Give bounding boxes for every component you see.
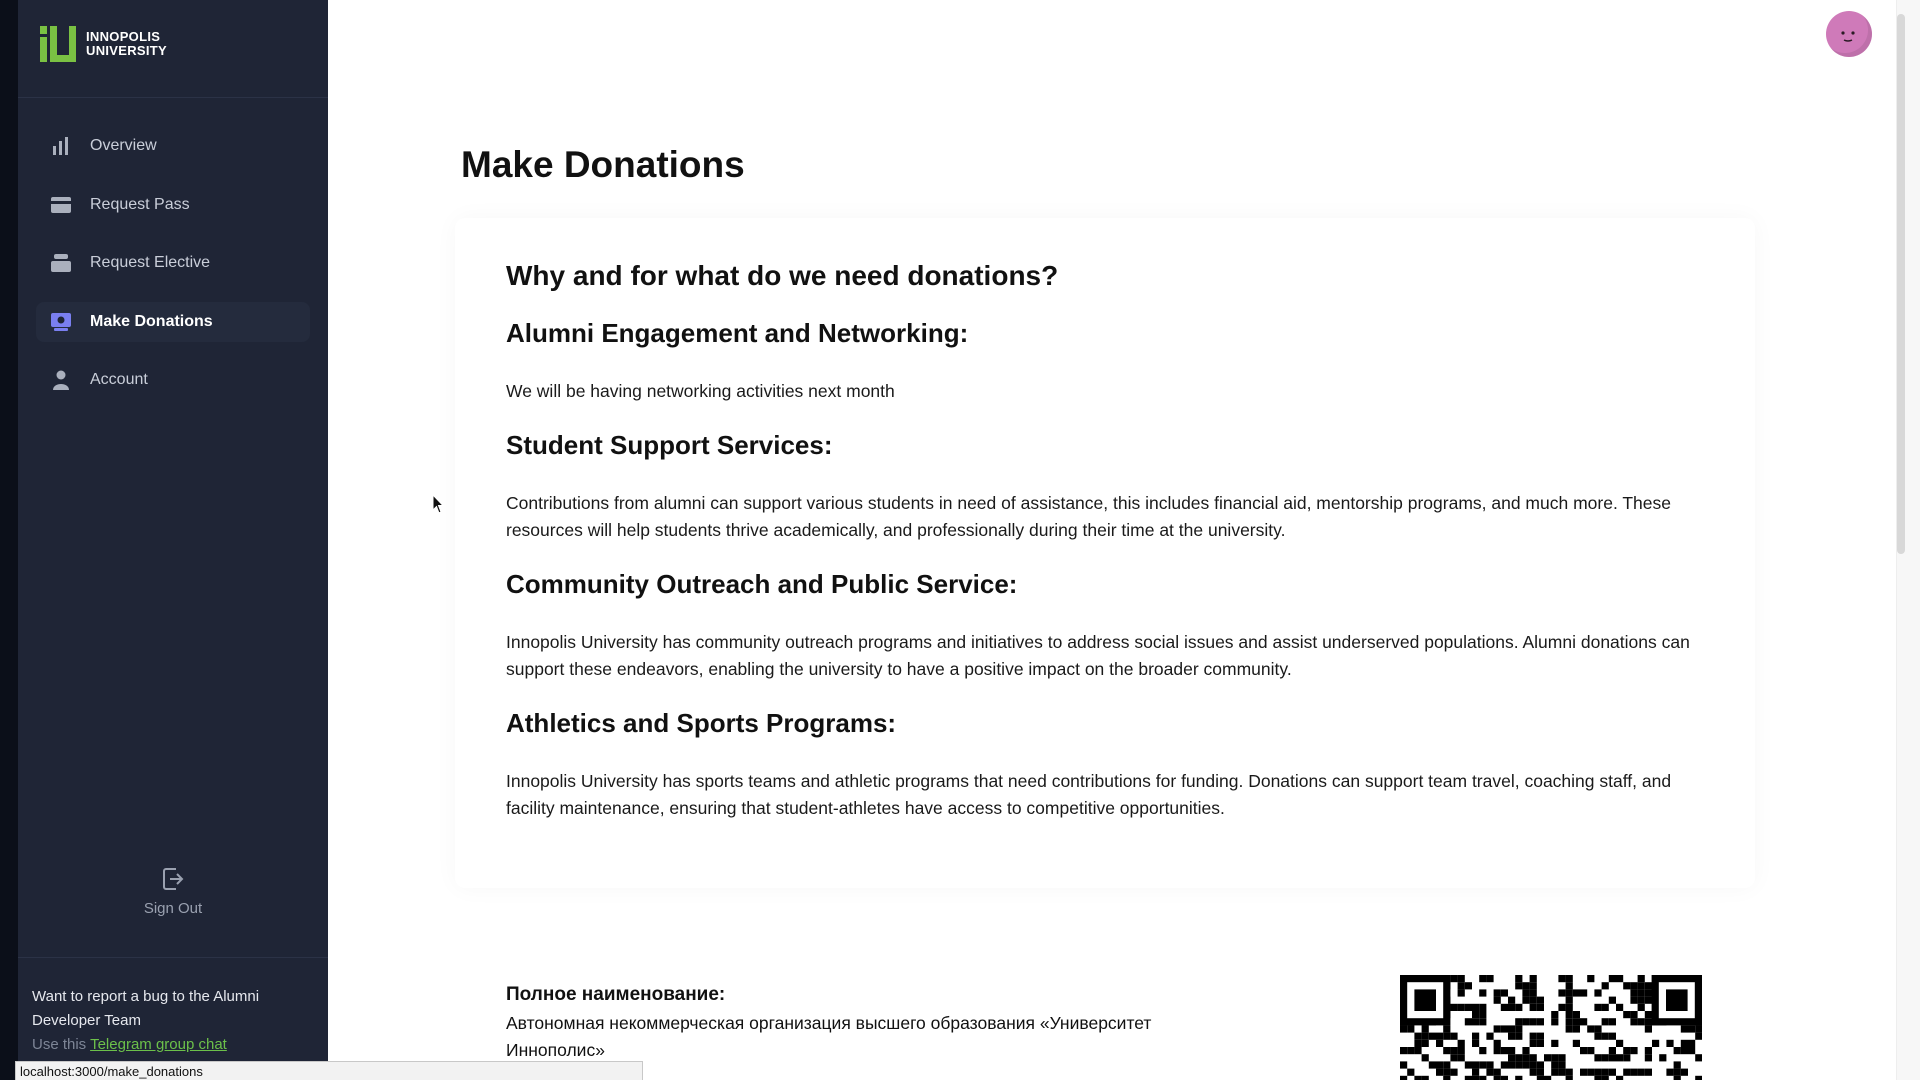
sidebar-item-label: Make Donations [90,312,213,330]
sign-out-button[interactable]: Sign Out [18,866,328,917]
sidebar-item-overview[interactable]: Overview [36,126,310,166]
section-heading-student-support: Student Support Services: [506,430,833,460]
status-bar-url: localhost:3000/make_donations [15,1061,643,1080]
sidebar-item-account[interactable]: Account [36,360,310,400]
donation-icon [50,311,72,333]
section-text-community: Innopolis University has community outre… [506,632,1690,679]
window-edge [0,0,18,1080]
sidebar-divider-bottom [18,957,328,958]
sidebar-item-label: Account [90,371,148,388]
logo-text: INNOPOLIS UNIVERSITY [86,30,167,58]
section-heading-alumni: Alumni Engagement and Networking: [506,318,969,348]
requisites-label: Полное наименование: [506,984,726,1005]
sidebar-item-label: Request Pass [90,195,190,213]
logo-icon [40,26,76,62]
sidebar-item-make-donations[interactable]: Make Donations [36,301,310,342]
bug-report-prefix: Use this [32,1036,87,1053]
sidebar-divider [18,97,328,98]
sidebar-nav: Overview Request Pass Request Elective M… [36,126,310,419]
user-icon [50,369,72,391]
section-heading-athletics: Athletics and Sports Programs: [506,708,897,738]
sign-out-label: Sign Out [143,900,203,917]
donation-qr-code [1400,975,1702,1080]
section-text-athletics: Innopolis University has sports teams an… [506,771,1672,818]
sidebar-item-label: Request Elective [90,254,211,271]
mouse-cursor-icon [432,494,444,514]
bug-report-panel: Want to report a bug to the Alumni Devel… [32,985,322,1057]
logo-line-1: INNOPOLIS [86,29,161,44]
qr-code-icon [1400,975,1702,1080]
user-avatar[interactable] [1826,11,1872,57]
section-text-student-support: Contributions from alumni can support va… [506,493,1671,540]
question-heading: Why and for what do we need donations? [506,260,1059,291]
university-logo[interactable]: INNOPOLIS UNIVERSITY [40,26,167,62]
section-heading-community: Community Outreach and Public Service: [506,569,1018,599]
stack-icon [50,252,72,274]
bug-report-text: Want to report a bug to the Alumni Devel… [32,988,260,1029]
scrollbar-thumb[interactable] [1897,14,1905,554]
bar-chart-icon [50,135,72,157]
sidebar-item-request-pass[interactable]: Request Pass [36,185,310,225]
logo-line-2: UNIVERSITY [86,43,168,58]
sidebar-item-label: Overview [90,137,157,154]
requisites-value: Автономная некоммерческая организация вы… [506,1013,1152,1060]
sign-out-icon [163,868,184,890]
sidebar-item-request-elective[interactable]: Request Elective [36,243,310,283]
avatar-face-icon [1841,31,1855,42]
telegram-chat-link[interactable]: Telegram group chat [90,1036,227,1053]
page-title: Make Donations [461,144,745,185]
bug-report-sub: Use this Telegram group chat [32,1033,322,1057]
card-icon [50,194,72,216]
section-text-alumni: We will be having networking activities … [506,381,895,401]
sidebar: INNOPOLIS UNIVERSITY Overview Request Pa… [18,0,328,1080]
